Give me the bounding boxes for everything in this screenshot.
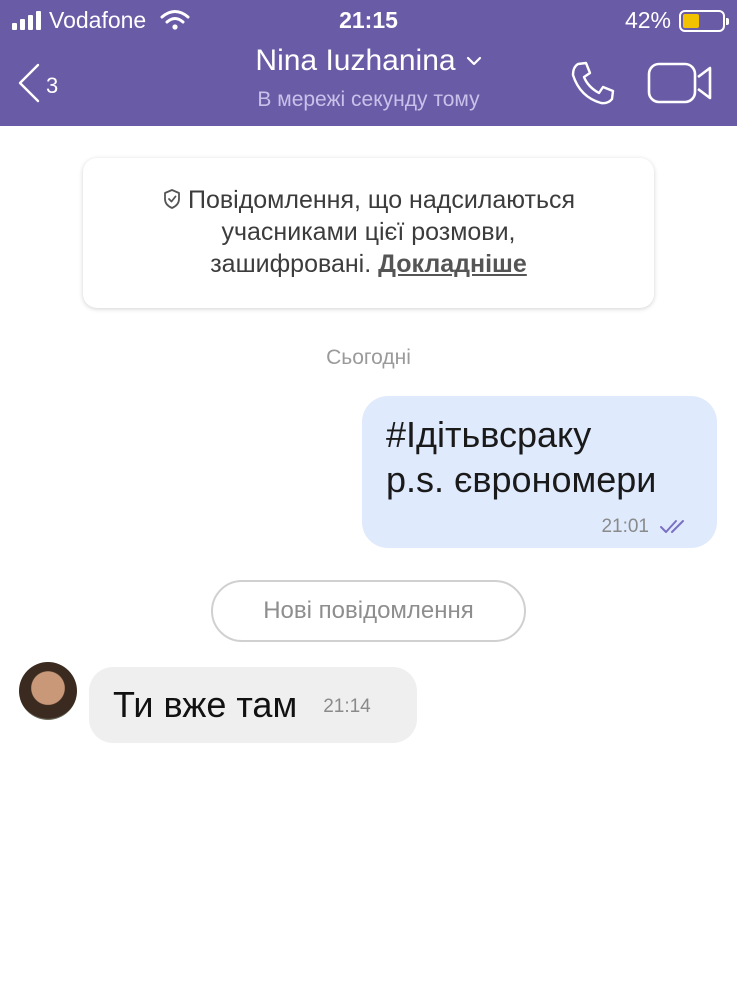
battery-info: 42%: [624, 7, 729, 34]
battery-icon: [679, 9, 729, 32]
notice-text-3: зашифровані.: [210, 250, 372, 278]
contact-name-button[interactable]: Nina Iuzhanina: [255, 44, 481, 78]
message-line-2: p.s. єврономери: [386, 459, 657, 500]
battery-percent: 42%: [624, 7, 671, 33]
notice-text-1: Повідомлення, що надсилаються: [187, 186, 576, 214]
chat-title: Nina Iuzhanina В мережі секунду тому: [0, 44, 737, 112]
message-text: Ти вже там: [113, 684, 298, 725]
battery-fill: [683, 13, 699, 28]
phone-icon[interactable]: [568, 58, 618, 108]
chat-header: Vodafone 21:15 42% 3 Nina Iuzhanina В ме…: [0, 0, 737, 126]
contact-name: Nina Iuzhanina: [255, 44, 456, 77]
message-line-1: #Ідітьвсраку: [386, 414, 592, 455]
message-time: 21:14: [323, 696, 371, 717]
encryption-notice: Повідомлення, що надсилаються учасниками…: [83, 158, 654, 308]
notice-line-1: Повідомлення, що надсилаються: [83, 184, 654, 216]
learn-more-link[interactable]: Докладніше: [378, 250, 527, 278]
date-separator: Сьогодні: [326, 346, 411, 369]
notice-text-2: учасниками цієї розмови,: [221, 218, 516, 246]
shield-icon: [164, 189, 180, 209]
incoming-message[interactable]: Ти вже там 21:14: [89, 667, 417, 743]
notice-line-3: зашифровані. Докладніше: [83, 248, 654, 280]
outgoing-message[interactable]: #Ідітьвсраку p.s. єврономери 21:01: [362, 396, 717, 548]
status-bar: Vodafone 21:15 42%: [0, 0, 737, 40]
message-time: 21:01: [601, 516, 649, 537]
message-meta: 21:01: [601, 516, 691, 538]
presence-status: В мережі секунду тому: [257, 88, 480, 111]
avatar[interactable]: [19, 662, 77, 720]
chevron-down-icon: [466, 56, 481, 66]
video-camera-icon[interactable]: [646, 60, 714, 106]
new-messages-divider: Нові повідомлення: [211, 580, 526, 642]
double-check-icon: [660, 520, 684, 533]
